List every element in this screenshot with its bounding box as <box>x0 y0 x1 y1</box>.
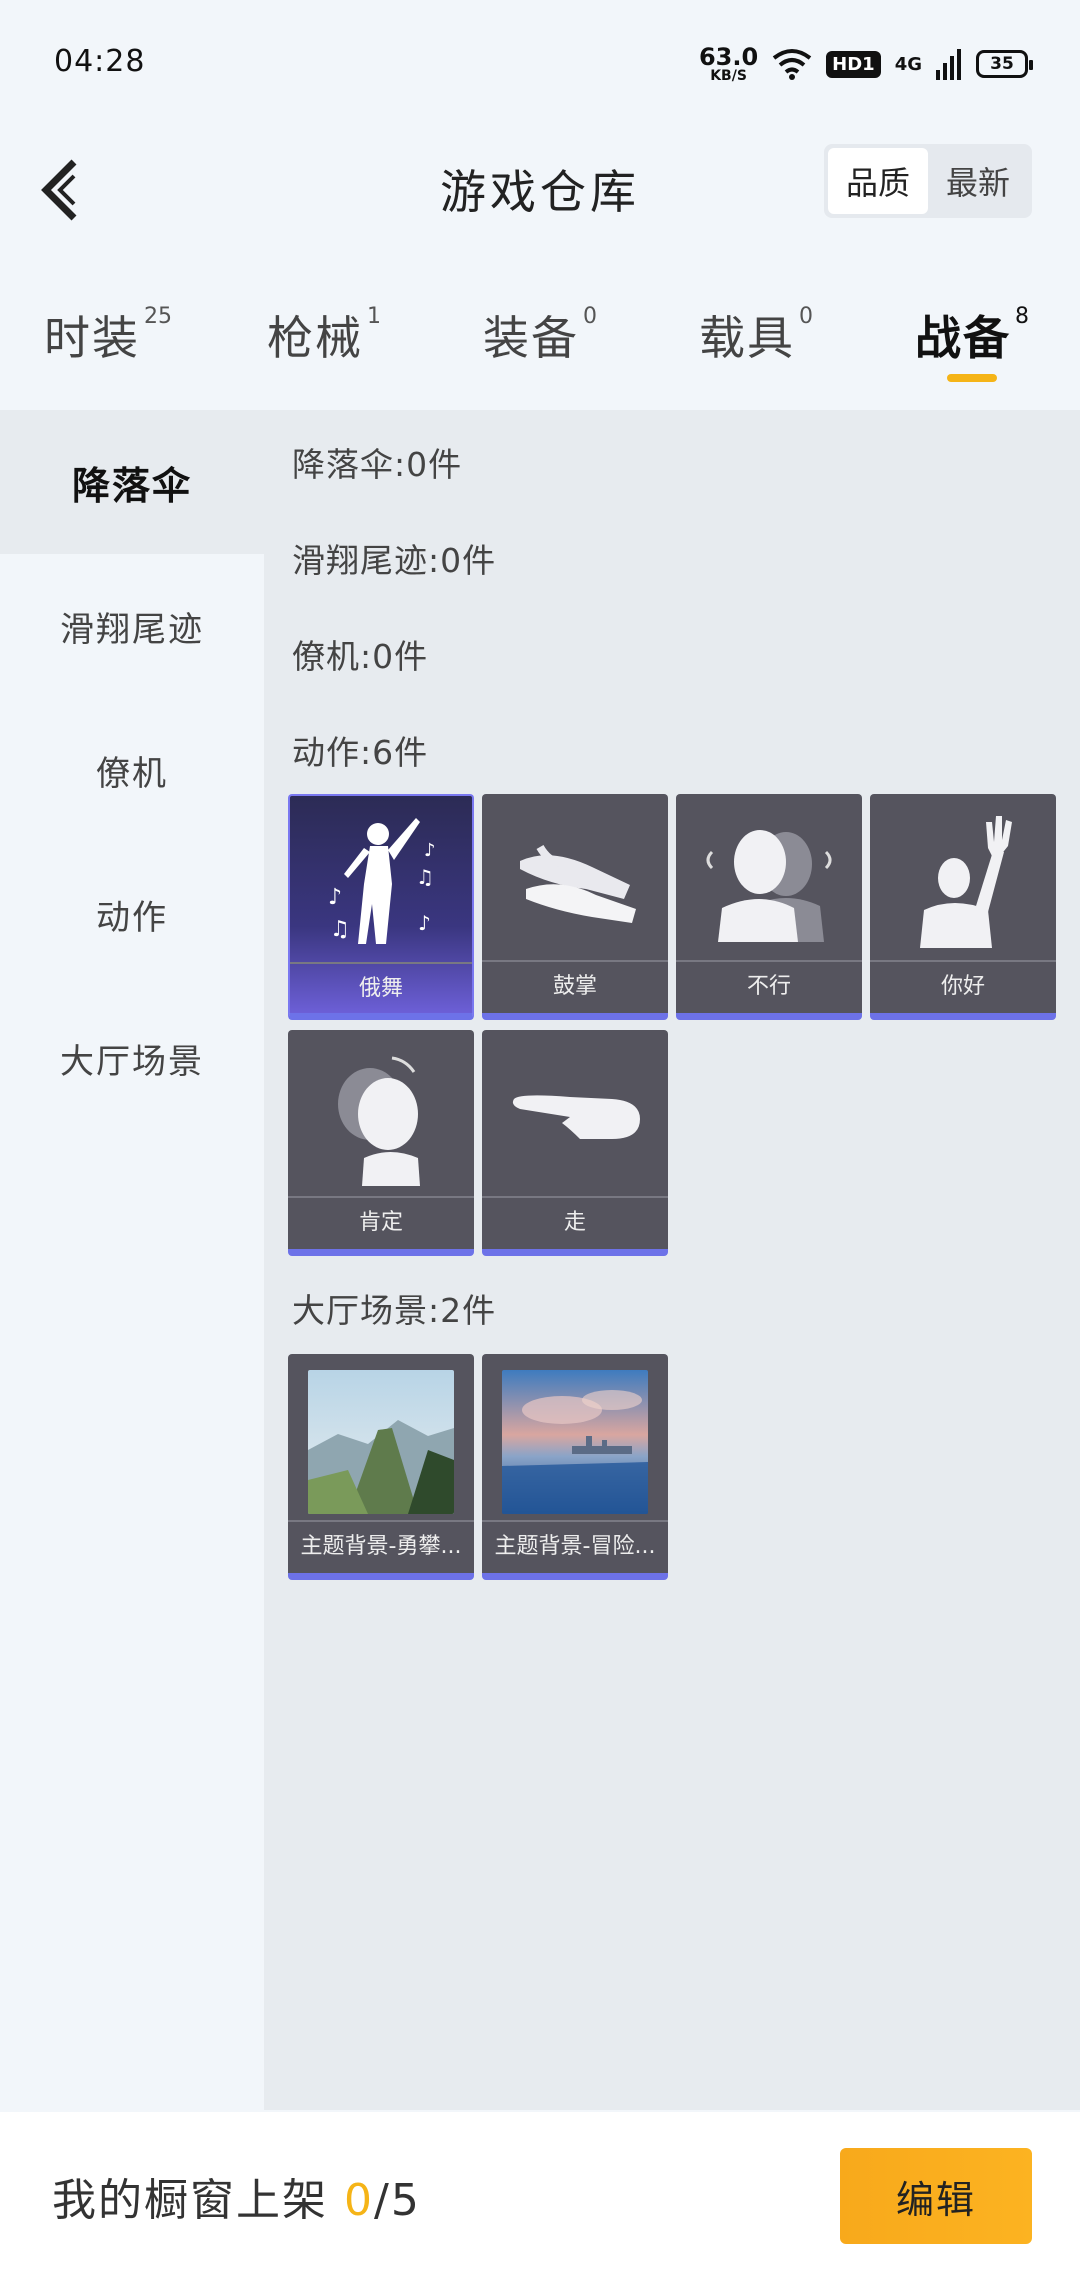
status-icons: 63.0 KB/S HD1 4G 35 <box>699 42 1033 86</box>
hd-voice-badge: HD1 <box>826 50 881 78</box>
card-divider <box>482 1196 668 1198</box>
svg-text:♫: ♫ <box>330 917 350 942</box>
scene-card[interactable]: 主题背景-冒险... <box>482 1354 668 1580</box>
tab-equipment[interactable]: 装备 0 <box>432 280 648 410</box>
section-title-glide-trail: 滑翔尾迹:0件 <box>292 541 497 580</box>
waving-person-icon <box>870 794 1056 960</box>
tab-combat-gear[interactable]: 战备 8 <box>864 280 1080 410</box>
network-speed-unit: KB/S <box>710 68 747 84</box>
wifi-icon <box>772 49 812 80</box>
card-label: 走 <box>563 1210 586 1235</box>
svg-text:♪: ♪ <box>418 911 431 935</box>
emote-card[interactable]: ♪ ♫ ♫ ♪ ♪ 俄舞 <box>288 794 474 1020</box>
card-divider <box>288 1520 474 1522</box>
card-divider <box>482 1520 668 1522</box>
pointing-hand-icon <box>482 1030 668 1196</box>
sort-option-quality[interactable]: 品质 <box>828 148 928 214</box>
sidebar-item-lobby-scene[interactable]: 大厅场景 <box>0 986 264 1130</box>
sidebar-item-glide-trail[interactable]: 滑翔尾迹 <box>0 554 264 698</box>
card-label: 俄舞 <box>358 976 403 1001</box>
showcase-count-current: 0 <box>344 2175 374 2226</box>
status-time: 04:28 <box>54 44 146 79</box>
section-title-emotes: 动作:6件 <box>292 733 429 772</box>
network-speed-value: 63.0 <box>698 43 759 71</box>
showcase-count-total: /5 <box>374 2175 421 2226</box>
tab-weapons[interactable]: 枪械 1 <box>216 280 432 410</box>
mountain-scene-thumb <box>308 1370 454 1514</box>
emote-card[interactable]: 肯定 <box>288 1030 474 1256</box>
battery-level: 35 <box>990 54 1014 74</box>
tab-vehicles[interactable]: 载具 0 <box>648 280 864 410</box>
card-label: 鼓掌 <box>552 974 597 999</box>
section-title-parachute: 降落伞:0件 <box>292 445 463 484</box>
card-divider <box>288 1196 474 1198</box>
card-divider <box>482 960 668 962</box>
sea-city-scene-thumb <box>502 1370 648 1514</box>
card-label: 主题背景-勇攀... <box>300 1534 462 1559</box>
emote-card[interactable]: 鼓掌 <box>482 794 668 1020</box>
sidebar-item-parachute[interactable]: 降落伞 <box>0 410 264 554</box>
tab-count: 8 <box>1015 304 1029 329</box>
item-list: 降落伞:0件 滑翔尾迹:0件 僚机:0件 动作:6件 ♪ ♫ ♫ ♪ ♪ 俄舞 <box>264 410 1080 2110</box>
sidebar-item-emotes[interactable]: 动作 <box>0 842 264 986</box>
showcase-status: 我的橱窗上架 0/5 <box>52 2164 421 2228</box>
tab-label: 战备 <box>915 311 1011 365</box>
tab-count: 0 <box>799 304 813 329</box>
lobby-scene-grid: 主题背景-勇攀... 主题背景-冒险... <box>288 1354 1056 1580</box>
tab-count: 0 <box>583 304 597 329</box>
emote-grid: ♪ ♫ ♫ ♪ ♪ 俄舞 鼓掌 不行 你好 肯定 走 <box>288 794 1056 1256</box>
tab-label: 载具 <box>699 311 795 365</box>
dancer-icon: ♪ ♫ ♫ ♪ ♪ <box>290 796 472 962</box>
active-tab-indicator <box>947 374 997 382</box>
svg-text:♪: ♪ <box>328 885 342 910</box>
emote-card[interactable]: 走 <box>482 1030 668 1256</box>
head-shake-icon <box>676 794 862 960</box>
edit-button[interactable]: 编辑 <box>840 2148 1032 2244</box>
network-speed: 63.0 KB/S <box>699 45 758 83</box>
showcase-label: 我的橱窗上架 <box>52 2175 328 2226</box>
tab-label: 时装 <box>44 311 140 365</box>
svg-text:♪: ♪ <box>424 840 436 861</box>
tab-count: 1 <box>367 304 381 329</box>
header: 游戏仓库 品质 最新 <box>0 130 1080 250</box>
status-bar: 04:28 63.0 KB/S HD1 4G 35 <box>0 0 1080 130</box>
card-divider <box>290 962 472 964</box>
card-divider <box>870 960 1056 962</box>
tab-label: 装备 <box>483 311 579 365</box>
svg-text:♫: ♫ <box>416 865 434 889</box>
tab-count: 25 <box>144 304 172 329</box>
head-nod-icon <box>288 1030 474 1196</box>
emote-card[interactable]: 你好 <box>870 794 1056 1020</box>
card-divider <box>676 960 862 962</box>
sidebar-item-wingman[interactable]: 僚机 <box>0 698 264 842</box>
section-title-wingman: 僚机:0件 <box>292 637 429 676</box>
network-type-label: 4G <box>894 53 922 75</box>
bottom-bar: 我的橱窗上架 0/5 编辑 <box>0 2112 1080 2280</box>
category-tabs: 时装 25 枪械 1 装备 0 载具 0 战备 8 <box>0 280 1080 410</box>
battery-icon: 35 <box>976 50 1033 78</box>
emote-card[interactable]: 不行 <box>676 794 862 1020</box>
tab-fashion[interactable]: 时装 25 <box>0 280 216 410</box>
sidebar: 降落伞 滑翔尾迹 僚机 动作 大厅场景 <box>0 410 264 2110</box>
sort-toggle: 品质 最新 <box>824 144 1032 218</box>
clapping-hands-icon <box>482 794 668 960</box>
card-label: 你好 <box>940 974 985 999</box>
scene-card[interactable]: 主题背景-勇攀... <box>288 1354 474 1580</box>
card-label: 不行 <box>746 974 791 999</box>
tab-label: 枪械 <box>267 311 363 365</box>
section-title-lobby-scene: 大厅场景:2件 <box>292 1291 497 1330</box>
sort-option-newest[interactable]: 最新 <box>928 148 1028 214</box>
card-label: 主题背景-冒险... <box>494 1534 656 1559</box>
card-label: 肯定 <box>358 1210 403 1235</box>
signal-icon <box>936 49 961 80</box>
